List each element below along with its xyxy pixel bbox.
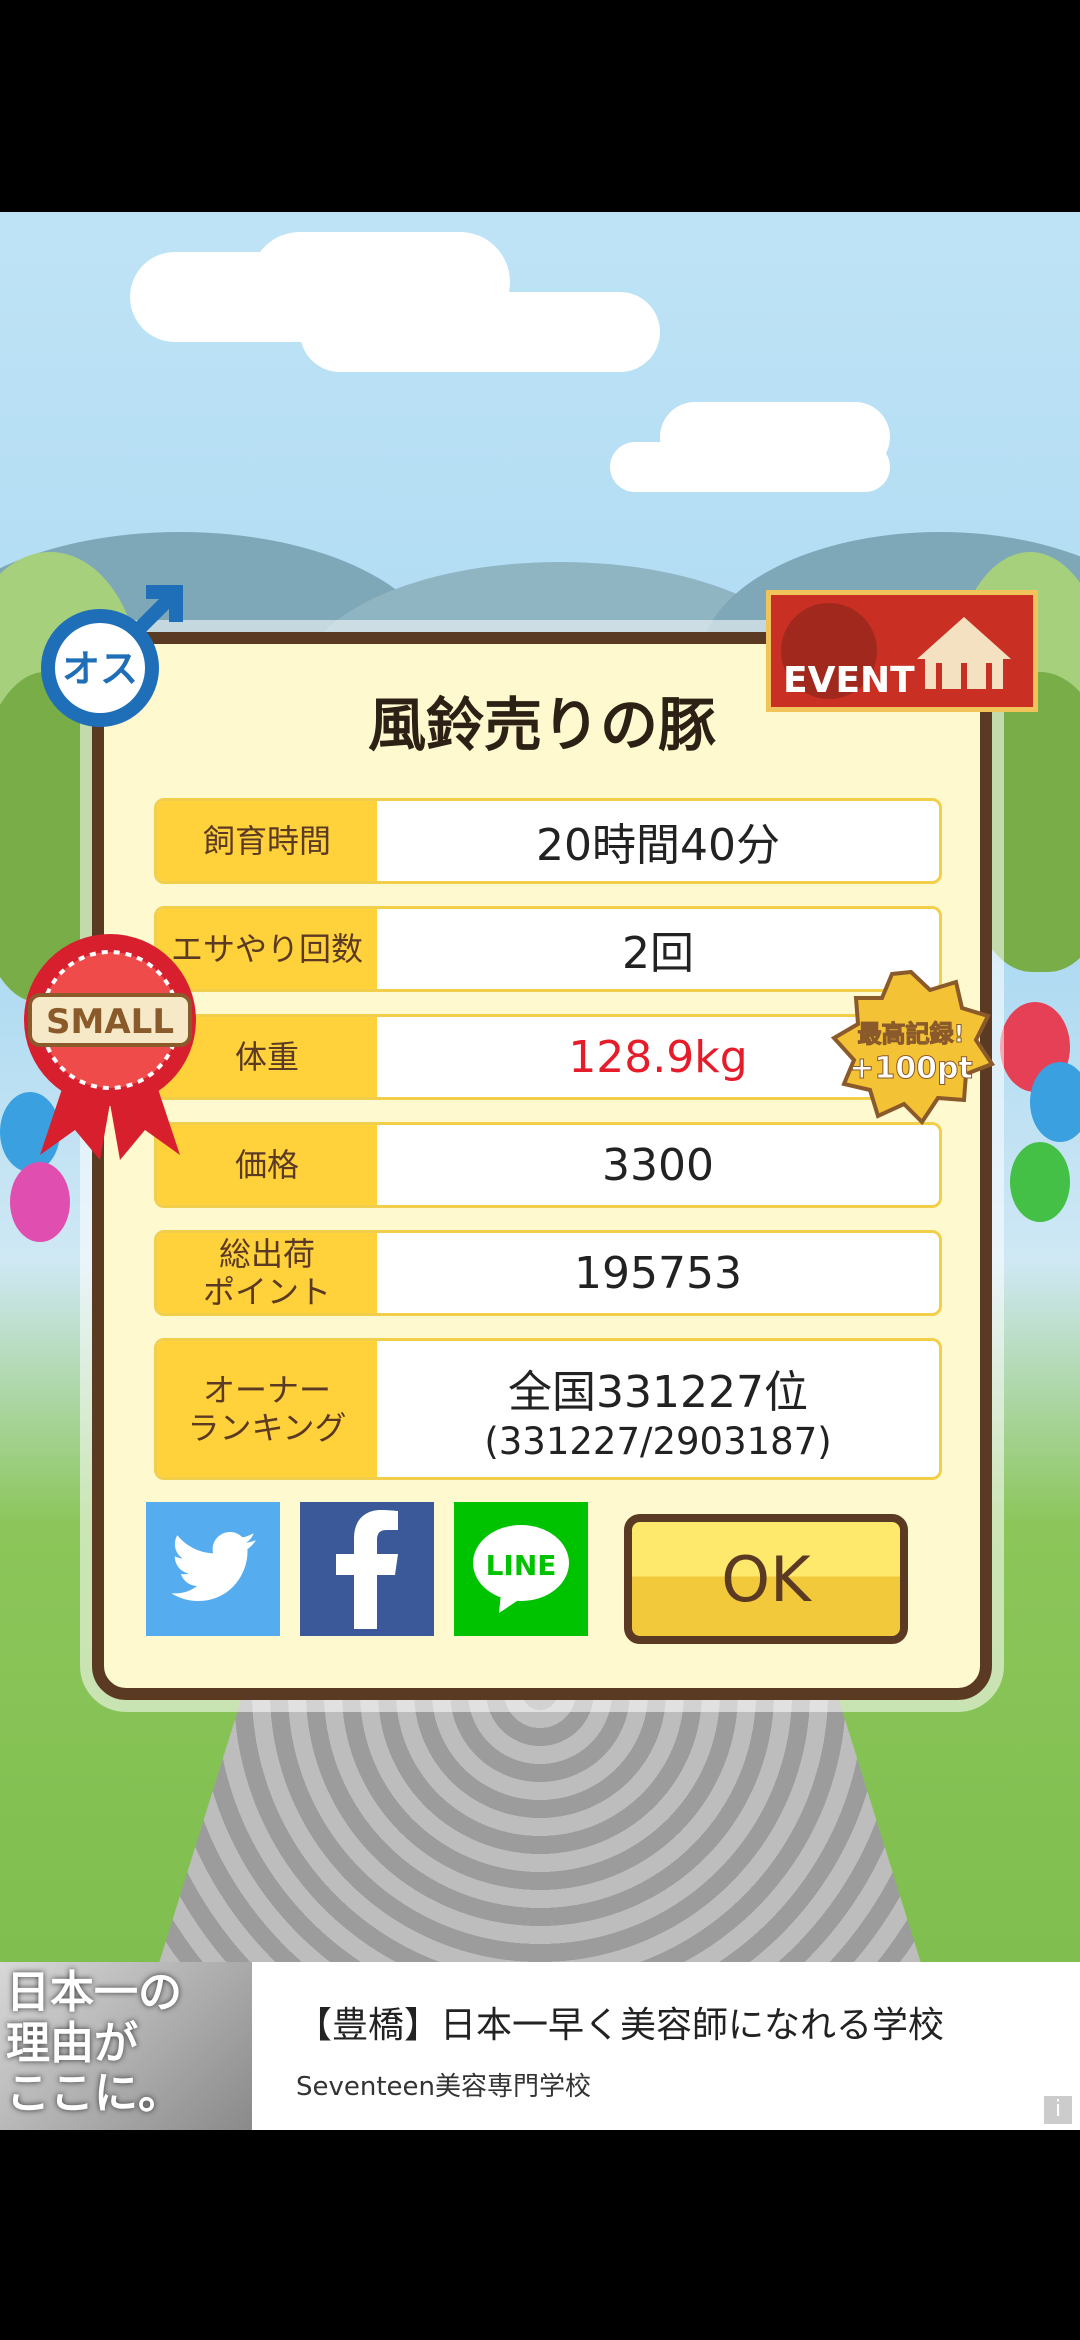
event-label: EVENT [783, 660, 915, 701]
row-price: 価格 3300 [154, 1122, 942, 1208]
ad-banner[interactable]: 日本一の 理由が ここに。 【豊橋】日本一早く美容師になれる学校 Sevente… [0, 1962, 1080, 2130]
row-breeding-time: 飼育時間 20時間40分 [154, 798, 942, 884]
facebook-icon [336, 1510, 398, 1629]
row-total-points: 総出荷 ポイント 195753 [154, 1230, 942, 1316]
total-points-value: 195753 [574, 1247, 742, 1299]
small-label: SMALL [46, 1002, 174, 1042]
male-gender-icon: オス [38, 582, 188, 732]
owner-ranking-label: オーナー ランキング [157, 1341, 377, 1477]
ad-info-icon[interactable]: i [1044, 2096, 1072, 2124]
circus-tent-icon [909, 613, 1019, 693]
ad-sponsor: Seventeen美容専門学校 [296, 2072, 592, 2102]
line-label: LINE [486, 1549, 557, 1582]
line-icon: LINE [473, 1525, 569, 1613]
facebook-share-button[interactable] [300, 1502, 434, 1636]
line-share-button[interactable]: LINE [454, 1502, 588, 1636]
ranking-detail: (331227/2903187) [484, 1419, 832, 1463]
record-line2: +100pt [849, 1051, 973, 1086]
ad-image-text: 日本一の 理由が ここに。 [6, 1967, 182, 2120]
row-weight: 体重 128.9kg [154, 1014, 942, 1100]
row-owner-ranking: オーナー ランキング 全国331227位 (331227/2903187) [154, 1338, 942, 1480]
twitter-share-button[interactable] [146, 1502, 280, 1636]
ad-title[interactable]: 【豊橋】日本一早く美容師になれる学校 [296, 1996, 944, 2048]
small-size-ribbon: SMALL [20, 925, 200, 1165]
total-points-label: 総出荷 ポイント [157, 1233, 377, 1313]
price-value: 3300 [602, 1139, 714, 1191]
owner-ranking-value: 全国331227位 (331227/2903187) [377, 1341, 939, 1477]
ranking-national: 全国331227位 [508, 1366, 808, 1418]
twitter-icon [171, 1532, 256, 1601]
result-dialog: 風鈴売りの豚 飼育時間 20時間40分 エサやり回数 2回 体重 128.9kg… [92, 632, 992, 1700]
breeding-time-value: 20時間40分 [536, 820, 780, 871]
record-line1: 最高記録! [858, 1020, 965, 1048]
event-badge: EVENT [766, 590, 1038, 712]
breeding-time-label: 飼育時間 [157, 801, 377, 881]
record-badge: 最高記録! +100pt [826, 968, 996, 1128]
gender-label: オス [62, 647, 138, 691]
row-feed-count: エサやり回数 2回 [154, 906, 942, 992]
ok-button[interactable]: OK [624, 1514, 908, 1644]
ad-image[interactable]: 日本一の 理由が ここに。 [0, 1962, 252, 2130]
